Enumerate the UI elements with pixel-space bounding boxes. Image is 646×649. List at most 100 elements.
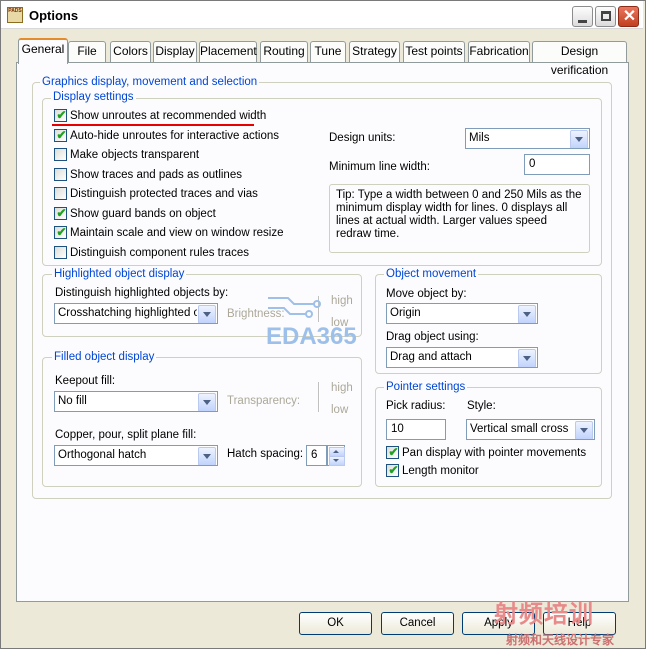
maximize-button[interactable] — [595, 6, 616, 27]
tip-text: Tip: Type a width between 0 and 250 Mils… — [329, 184, 590, 253]
red-annotation-underline — [52, 124, 254, 126]
drag-object-select[interactable]: Drag and attach — [386, 347, 538, 368]
pick-radius-input[interactable]: 10 — [386, 419, 446, 440]
hatch-spacing-input[interactable]: 6 — [306, 445, 327, 466]
min-line-width-label: Minimum line width: — [329, 161, 430, 173]
checkbox-component-rules[interactable] — [54, 246, 67, 259]
maximize-icon — [601, 11, 611, 21]
style-value: Vertical small cross — [470, 423, 569, 435]
checkbox-guard-bands[interactable]: ✔ — [54, 206, 67, 220]
checkbox-length-monitor[interactable]: ✔ — [386, 463, 399, 477]
tab-strategy[interactable]: Strategy — [349, 41, 400, 62]
label-protected-traces: Distinguish protected traces and vias — [70, 188, 258, 200]
checkbox-outlines[interactable] — [54, 168, 67, 181]
copper-fill-label: Copper, pour, split plane fill: — [55, 429, 197, 441]
tab-general[interactable]: General — [18, 38, 68, 64]
keepout-fill-label: Keepout fill: — [55, 375, 116, 387]
pointer-title: Pointer settings — [384, 381, 468, 394]
tab-fabrication[interactable]: Fabrication — [468, 41, 530, 62]
checkmark-icon: ✔ — [56, 128, 67, 142]
movement-title: Object movement — [384, 268, 479, 281]
checkbox-show-unroutes[interactable]: ✔ — [54, 108, 67, 122]
close-icon: ✕ — [622, 8, 637, 25]
tab-placement[interactable]: Placement — [199, 41, 257, 62]
copper-fill-select[interactable]: Orthogonal hatch — [54, 445, 218, 466]
tab-test-points[interactable]: Test points — [403, 41, 465, 62]
tab-colors[interactable]: Colors — [110, 41, 151, 62]
tab-routing[interactable]: Routing — [260, 41, 308, 62]
tab-file[interactable]: File — [68, 41, 106, 62]
transparency-slider-track[interactable] — [318, 382, 320, 412]
minimize-icon — [578, 20, 587, 23]
move-object-label: Move object by: — [386, 288, 467, 300]
circuit-watermark-icon — [268, 297, 321, 318]
checkbox-maintain-scale[interactable]: ✔ — [54, 225, 67, 239]
keepout-fill-select[interactable]: No fill — [54, 391, 218, 412]
checkmark-icon: ✔ — [56, 225, 67, 239]
drag-object-value: Drag and attach — [390, 351, 472, 363]
spin-down-icon[interactable] — [329, 456, 345, 466]
cancel-button[interactable]: Cancel — [381, 612, 454, 635]
window-title: Options — [29, 8, 79, 23]
keepout-fill-value: No fill — [58, 395, 87, 407]
graphics-group-title: Graphics display, movement and selection — [40, 76, 260, 89]
move-object-value: Origin — [390, 307, 421, 319]
chevron-down-icon[interactable] — [570, 130, 588, 148]
label-maintain-scale: Maintain scale and view on window resize — [70, 227, 284, 239]
distinguish-label: Distinguish highlighted objects by: — [55, 287, 229, 299]
checkmark-icon: ✔ — [56, 108, 67, 122]
move-object-select[interactable]: Origin — [386, 303, 538, 324]
brightness-high-label: high — [331, 295, 353, 307]
hatch-spacing-spinner[interactable] — [327, 445, 345, 466]
title-bar[interactable]: PADS Options ✕ — [1, 1, 643, 29]
display-settings-title: Display settings — [51, 91, 136, 104]
rf-expert-watermark: 射频和天线设计专家 — [506, 633, 615, 647]
transparency-high-label: high — [331, 382, 353, 394]
label-length-monitor: Length monitor — [402, 465, 479, 477]
label-outlines: Show traces and pads as outlines — [70, 169, 242, 181]
style-select[interactable]: Vertical small cross — [466, 419, 595, 440]
checkbox-protected-traces[interactable] — [54, 187, 67, 200]
rf-training-watermark: 射频培训 — [494, 601, 594, 628]
pick-radius-label: Pick radius: — [386, 400, 446, 412]
chevron-down-icon[interactable] — [198, 447, 216, 465]
filled-title: Filled object display — [52, 351, 157, 364]
eda365-watermark: EDA365 — [266, 323, 357, 350]
copper-fill-value: Orthogonal hatch — [58, 449, 147, 461]
chevron-down-icon[interactable] — [518, 305, 536, 323]
highlighted-title: Highlighted object display — [52, 268, 187, 281]
design-units-select[interactable]: Mils — [465, 128, 590, 149]
tab-design-verification[interactable]: Design verification — [532, 41, 627, 77]
checkbox-transparent[interactable] — [54, 148, 67, 161]
label-auto-hide-unroutes: Auto-hide unroutes for interactive actio… — [70, 130, 280, 142]
chevron-down-icon[interactable] — [518, 349, 536, 367]
transparency-low-label: low — [331, 404, 349, 416]
label-transparent: Make objects transparent — [70, 149, 200, 161]
drag-object-label: Drag object using: — [386, 331, 479, 343]
label-pan-display: Pan display with pointer movements — [402, 447, 587, 459]
label-component-rules: Distinguish component rules traces — [70, 247, 249, 259]
checkmark-icon: ✔ — [388, 445, 399, 459]
checkbox-auto-hide-unroutes[interactable]: ✔ — [54, 128, 67, 142]
hatch-spacing-label: Hatch spacing: — [227, 448, 304, 460]
checkmark-icon: ✔ — [56, 206, 67, 220]
min-line-width-input[interactable]: 0 — [524, 154, 590, 175]
minimize-button[interactable] — [572, 6, 593, 27]
chevron-down-icon[interactable] — [575, 421, 593, 439]
ok-button[interactable]: OK — [299, 612, 372, 635]
label-show-unroutes: Show unroutes at recommended width — [70, 110, 267, 122]
style-label: Style: — [467, 400, 496, 412]
design-units-value: Mils — [469, 132, 490, 144]
distinguish-value: Crosshatching highlighted objects — [58, 307, 197, 319]
app-icon: PADS — [7, 7, 23, 23]
checkbox-pan-display[interactable]: ✔ — [386, 445, 399, 459]
distinguish-select[interactable]: Crosshatching highlighted objects — [54, 303, 218, 324]
close-button[interactable]: ✕ — [618, 6, 639, 27]
chevron-down-icon[interactable] — [198, 393, 216, 411]
label-guard-bands: Show guard bands on object — [70, 208, 216, 220]
tab-display[interactable]: Display — [153, 41, 197, 62]
design-units-label: Design units: — [329, 132, 396, 144]
chevron-down-icon[interactable] — [198, 305, 216, 323]
checkmark-icon: ✔ — [388, 463, 399, 477]
tab-tune[interactable]: Tune — [310, 41, 346, 62]
